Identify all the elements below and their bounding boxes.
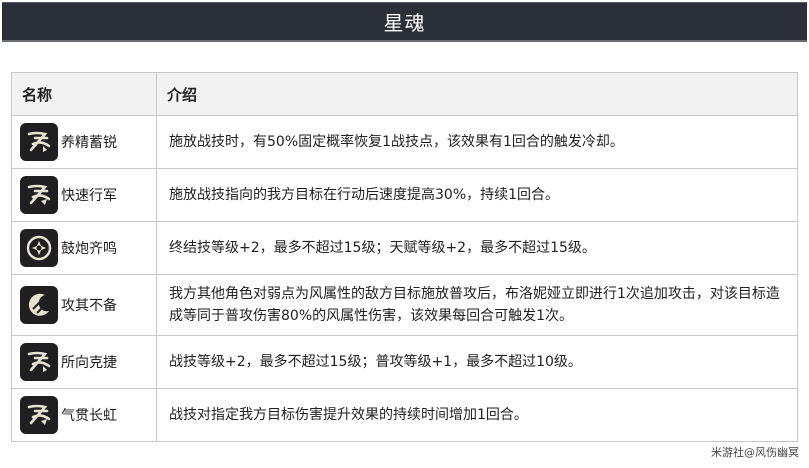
table-header-row: 名称 介绍 [11, 72, 798, 116]
page-title: 星魂 [383, 11, 426, 35]
name-cell: 养精蓄锐 [11, 115, 157, 169]
wind-slash-icon [20, 396, 58, 434]
page-header: 星魂 [2, 2, 807, 42]
column-header-name: 名称 [11, 72, 157, 116]
name-cell: 气贯长虹 [11, 388, 157, 442]
eidolon-description: 施放战技指向的我方目标在行动后速度提高30%，持续1回合。 [156, 168, 798, 222]
eidolon-name: 快速行军 [61, 188, 117, 204]
wind-slash-icon [20, 123, 58, 161]
name-cell: 所向克捷 [11, 335, 157, 389]
watermark: 米游社@风伤幽冥 [711, 446, 799, 459]
name-cell: 攻其不备 [11, 274, 157, 336]
name-cell: 快速行军 [11, 168, 157, 222]
eidolon-description: 施放战技时，有50%固定概率恢复1战技点，该效果有1回合的触发冷却。 [156, 115, 798, 169]
eidolon-name: 养精蓄锐 [61, 135, 117, 151]
table-row: 鼓炮齐鸣 终结技等级+2，最多不超过15级；天赋等级+2，最多不超过15级。 [11, 221, 798, 275]
spiral-emblem-icon [20, 229, 58, 267]
eidolon-description: 终结技等级+2，最多不超过15级；天赋等级+2，最多不超过15级。 [156, 221, 798, 275]
table-row: 快速行军 施放战技指向的我方目标在行动后速度提高30%，持续1回合。 [11, 168, 798, 222]
wind-slash-icon [20, 176, 58, 214]
eidolon-description: 战技对指定我方目标伤害提升效果的持续时间增加1回合。 [156, 388, 798, 442]
table-row: 所向克捷 战技等级+2，最多不超过15级；普攻等级+1，最多不超过10级。 [11, 335, 798, 389]
eidolon-name: 攻其不备 [61, 298, 117, 314]
wind-slash-icon [20, 343, 58, 381]
crescent-slash-icon [20, 286, 58, 324]
column-header-description: 介绍 [156, 72, 798, 116]
table-row: 气贯长虹 战技对指定我方目标伤害提升效果的持续时间增加1回合。 [11, 388, 798, 442]
table-row: 养精蓄锐 施放战技时，有50%固定概率恢复1战技点，该效果有1回合的触发冷却。 [11, 115, 798, 169]
eidolon-description: 战技等级+2，最多不超过15级；普攻等级+1，最多不超过10级。 [156, 335, 798, 389]
eidolon-name: 鼓炮齐鸣 [61, 241, 117, 257]
name-cell: 鼓炮齐鸣 [11, 221, 157, 275]
eidolon-name: 所向克捷 [61, 355, 117, 371]
eidolon-table: 名称 介绍 养精蓄锐 施放战技时，有50%固定概率恢复1战技点，该效果有1回合的… [11, 72, 798, 442]
eidolon-name: 气贯长虹 [61, 408, 117, 424]
table-row: 攻其不备 我方其他角色对弱点为风属性的敌方目标施放普攻后，布洛妮娅立即进行1次追… [11, 274, 798, 336]
eidolon-description: 我方其他角色对弱点为风属性的敌方目标施放普攻后，布洛妮娅立即进行1次追加攻击，对… [156, 274, 798, 336]
